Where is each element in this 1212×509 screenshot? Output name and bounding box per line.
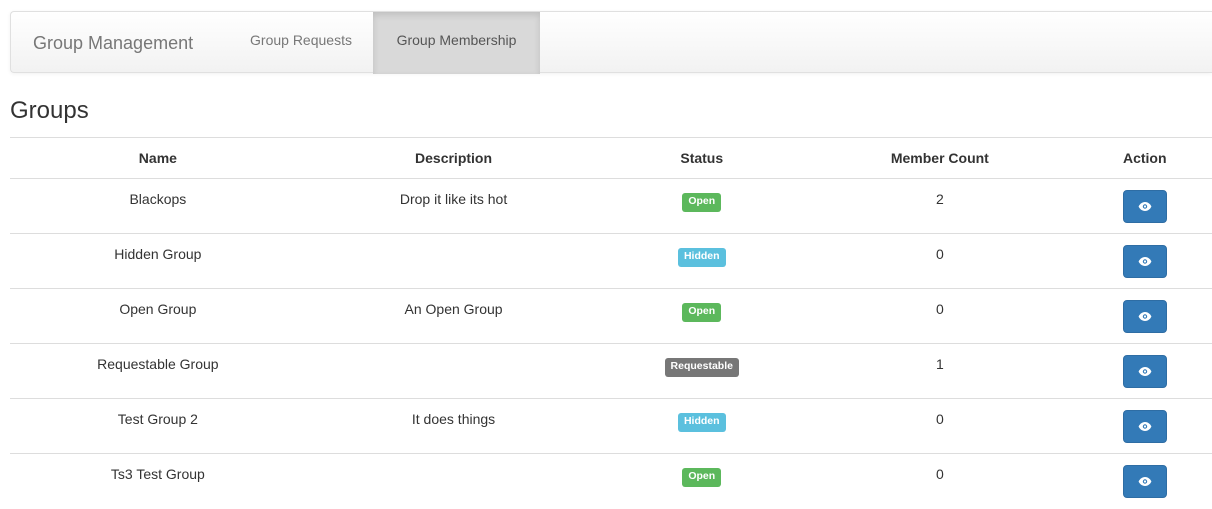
action-cell (1077, 398, 1212, 454)
group-name-cell: Open Group (10, 288, 306, 344)
nav-link-group-requests[interactable]: Group Requests (231, 12, 371, 74)
status-badge: Requestable (664, 358, 739, 377)
group-name-cell: Test Group 2 (10, 398, 306, 454)
member-count: 2 (935, 191, 944, 207)
group-name: Hidden Group (114, 246, 202, 262)
view-group-button[interactable] (1122, 245, 1167, 278)
view-group-button[interactable] (1122, 190, 1167, 223)
member-count-cell: 2 (802, 178, 1078, 234)
table-header-row: Name Description Status Member Count Act… (10, 137, 1212, 179)
group-name: Requestable Group (97, 356, 219, 372)
member-count: 0 (935, 411, 944, 427)
group-description-cell (305, 343, 602, 399)
group-name: Test Group 2 (117, 411, 198, 427)
table-row: Requestable Group Requestable 1 (10, 343, 1212, 399)
action-cell (1077, 453, 1212, 509)
view-group-button[interactable] (1122, 410, 1167, 443)
group-name-cell: Requestable Group (10, 343, 306, 399)
status-badge: Open (682, 468, 722, 487)
status-badge: Hidden (677, 413, 726, 432)
group-description-cell: An Open Group (305, 288, 602, 344)
group-description-cell: It does things (305, 398, 602, 454)
member-count: 0 (935, 246, 944, 262)
header-description: Description (305, 137, 602, 179)
view-group-button[interactable] (1122, 355, 1167, 388)
member-count-cell: 0 (802, 233, 1078, 289)
status-badge: Open (682, 193, 722, 212)
group-status-cell: Requestable (601, 343, 803, 399)
nav-link-group-membership[interactable]: Group Membership (373, 12, 540, 74)
top-navbar: Group Management Group Requests Group Me… (10, 11, 1212, 74)
header-name: Name (10, 137, 306, 179)
member-count-cell: 0 (802, 288, 1078, 344)
view-group-button[interactable] (1122, 465, 1167, 498)
action-cell (1077, 288, 1212, 344)
action-cell (1077, 343, 1212, 399)
member-count: 0 (935, 466, 944, 482)
group-name-cell: Ts3 Test Group (10, 453, 306, 509)
group-name-cell: Blackops (10, 178, 306, 234)
group-name: Ts3 Test Group (110, 466, 205, 482)
member-count-cell: 1 (802, 343, 1078, 399)
action-cell (1077, 233, 1212, 289)
status-badge: Hidden (677, 248, 726, 267)
member-count: 0 (935, 301, 944, 317)
header-action: Action (1077, 137, 1212, 179)
group-description-cell: Drop it like its hot (305, 178, 602, 234)
group-description: It does things (411, 411, 496, 427)
group-status-cell: Hidden (601, 233, 803, 289)
group-description-cell (305, 453, 602, 509)
navbar-brand[interactable]: Group Management (33, 12, 193, 74)
member-count-cell: 0 (802, 398, 1078, 454)
member-count-cell: 0 (802, 453, 1078, 509)
groups-table-body: Blackops Drop it like its hot Open 2 Hidden … (10, 178, 1212, 509)
group-description: Drop it like its hot (399, 191, 508, 207)
table-row: Test Group 2 It does things Hidden 0 (10, 398, 1212, 454)
header-member-count: Member Count (802, 137, 1078, 179)
group-status-cell: Open (601, 178, 803, 234)
view-group-button[interactable] (1122, 300, 1167, 333)
header-status: Status (601, 137, 803, 179)
table-row: Ts3 Test Group Open 0 (10, 453, 1212, 509)
table-row: Open Group An Open Group Open 0 (10, 288, 1212, 344)
group-status-cell: Hidden (601, 398, 803, 454)
status-badge: Open (682, 303, 722, 322)
action-cell (1077, 178, 1212, 234)
table-row: Hidden Group Hidden 0 (10, 233, 1212, 289)
table-row: Blackops Drop it like its hot Open 2 (10, 178, 1212, 234)
groups-table: Name Description Status Member Count Act… (10, 137, 1212, 509)
group-status-cell: Open (601, 288, 803, 344)
group-status-cell: Open (601, 453, 803, 509)
group-name: Blackops (129, 191, 187, 207)
group-description: An Open Group (404, 301, 503, 317)
group-name: Open Group (119, 301, 197, 317)
member-count: 1 (935, 356, 944, 372)
page-title: Groups (10, 97, 89, 124)
group-name-cell: Hidden Group (10, 233, 306, 289)
group-description-cell (305, 233, 602, 289)
